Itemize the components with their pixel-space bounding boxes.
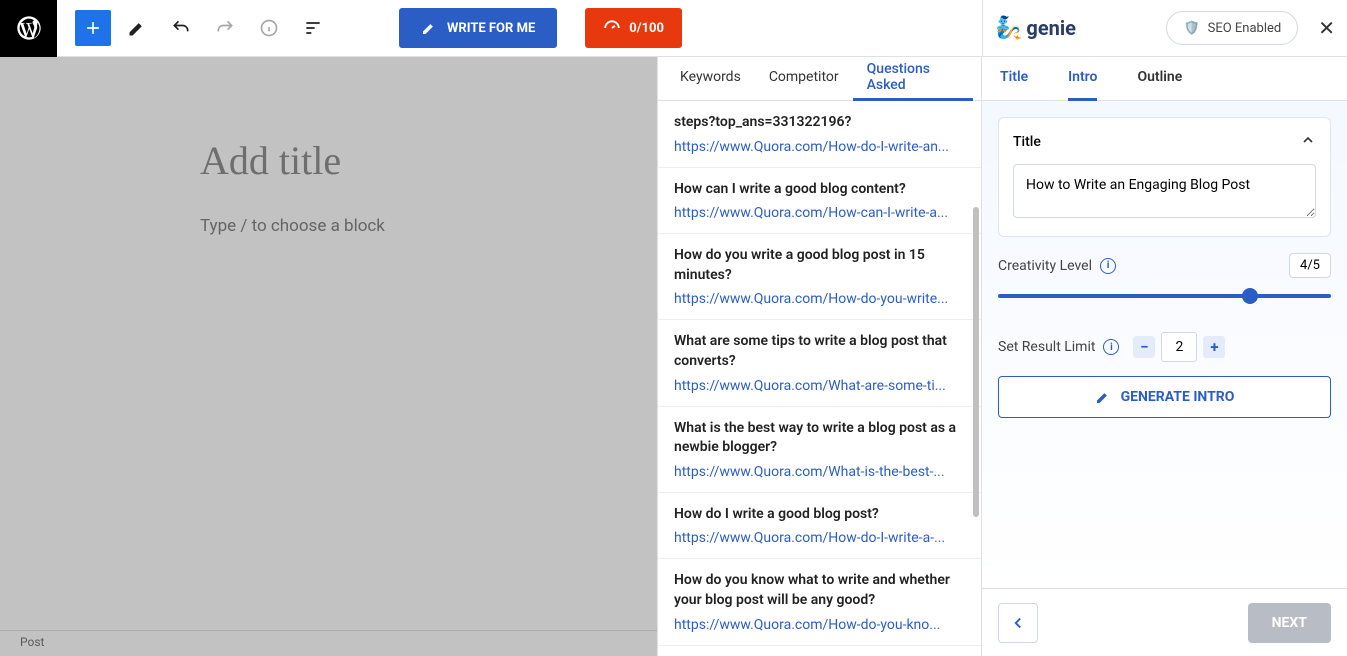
question-link[interactable]: https://www.Quora.com/How-do-I-write-an.…: [674, 139, 965, 155]
write-for-me-button[interactable]: WRITE FOR ME: [399, 8, 557, 48]
edit-tool-button[interactable]: [119, 10, 155, 46]
generate-intro-button[interactable]: GENERATE INTRO: [998, 376, 1331, 418]
seo-badge-icon: 🛡️: [1183, 21, 1199, 36]
increment-button[interactable]: +: [1203, 336, 1225, 358]
back-button[interactable]: [998, 603, 1038, 643]
question-item: How do you know what to write and whethe…: [658, 559, 981, 645]
question-item: steps?top_ans=331322196? https://www.Quor…: [658, 101, 981, 168]
genie-logo: 🧞genie: [995, 16, 1076, 41]
result-limit-input[interactable]: [1161, 332, 1197, 362]
question-link[interactable]: https://www.Quora.com/How-can-I-write-a.…: [674, 205, 965, 221]
undo-button[interactable]: [163, 10, 199, 46]
title-card: Title: [998, 117, 1331, 237]
decrement-button[interactable]: −: [1133, 336, 1155, 358]
question-link[interactable]: https://www.Quora.com/How-do-you-kno...: [674, 617, 965, 633]
write-label: WRITE FOR ME: [447, 21, 535, 36]
questions-list[interactable]: steps?top_ans=331322196? https://www.Quor…: [658, 101, 981, 656]
question-text: How can I write a good blog content?: [674, 180, 965, 200]
editor-area: Add title Type / to choose a block Post: [0, 57, 657, 656]
outline-button[interactable]: [295, 10, 331, 46]
add-block-button[interactable]: [75, 10, 111, 46]
creativity-slider[interactable]: [998, 288, 1331, 304]
scrollbar-thumb[interactable]: [973, 207, 979, 517]
question-text: What is the best way to write a blog pos…: [674, 419, 965, 458]
question-text: How do you know what to write and whethe…: [674, 571, 965, 610]
tab-competitor[interactable]: Competitor: [755, 57, 853, 101]
tab-keywords[interactable]: Keywords: [666, 57, 755, 101]
chevron-up-icon[interactable]: [1300, 132, 1316, 152]
question-item: What are some tips to write a blog post …: [658, 320, 981, 406]
creativity-value: 4/5: [1289, 253, 1331, 278]
question-item: How do I write a good blog post? https://…: [658, 493, 981, 560]
tab-intro[interactable]: Intro: [1068, 57, 1097, 101]
wordpress-logo[interactable]: [0, 0, 57, 57]
question-text: steps?top_ans=331322196?: [674, 113, 965, 133]
tab-questions-asked[interactable]: Questions Asked: [853, 57, 973, 101]
question-item: How can I write a good blog content? http…: [658, 168, 981, 235]
creativity-label: Creativity Level: [998, 258, 1092, 274]
question-link[interactable]: https://www.Quora.com/What-are-some-ti..…: [674, 378, 965, 394]
info-icon[interactable]: i: [1100, 258, 1116, 274]
score-label: 0/100: [629, 21, 664, 36]
close-icon[interactable]: ✕: [1318, 16, 1335, 40]
question-text: How do I write a good blog post?: [674, 505, 965, 525]
question-text: How do you write a good blog post in 15 …: [674, 246, 965, 285]
redo-button[interactable]: [207, 10, 243, 46]
title-input[interactable]: [1013, 164, 1316, 218]
seo-enabled-pill[interactable]: 🛡️ SEO Enabled: [1166, 11, 1298, 45]
next-button[interactable]: NEXT: [1248, 603, 1331, 643]
title-card-label: Title: [1013, 134, 1041, 150]
question-text: What are some tips to write a blog post …: [674, 332, 965, 371]
info-icon[interactable]: i: [1103, 339, 1119, 355]
wizard-tabs: Title Intro Outline: [982, 57, 1347, 101]
question-item: What is the best way to write a blog pos…: [658, 407, 981, 493]
research-tabs: Keywords Competitor Questions Asked: [658, 57, 981, 101]
question-link[interactable]: https://www.Quora.com/How-do-I-write-a-.…: [674, 530, 965, 546]
question-link[interactable]: https://www.Quora.com/What-is-the-best-.…: [674, 464, 965, 480]
tab-title[interactable]: Title: [1000, 57, 1028, 101]
result-limit-label: Set Result Limit: [998, 339, 1095, 355]
seo-score-button[interactable]: 0/100: [585, 8, 682, 48]
question-item: How do you write a good blog post in 15 …: [658, 234, 981, 320]
question-link[interactable]: https://www.Quora.com/How-do-you-write..…: [674, 291, 965, 307]
editor-dim-overlay: [0, 57, 657, 656]
info-button[interactable]: [251, 10, 287, 46]
tab-outline[interactable]: Outline: [1137, 57, 1182, 101]
